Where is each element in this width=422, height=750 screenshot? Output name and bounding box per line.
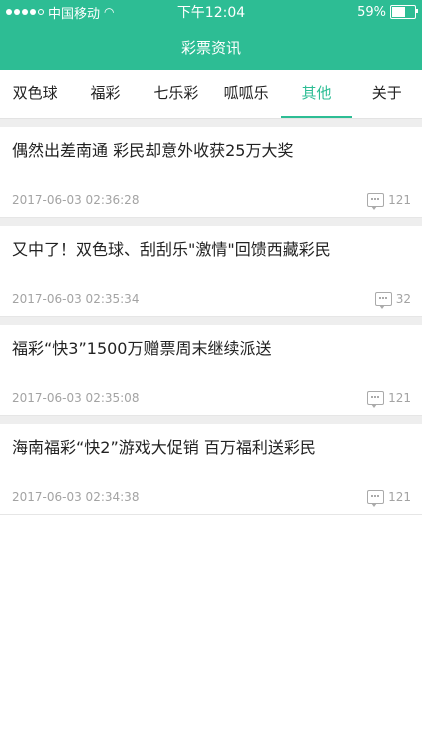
divider — [0, 218, 422, 226]
comment-icon — [367, 391, 385, 408]
list-item[interactable]: 又中了！双色球、刮刮乐"激情"回馈西藏彩民 2017-06-03 02:35:3… — [0, 226, 422, 317]
article-time: 2017-06-03 02:35:34 — [12, 292, 140, 306]
comment-count-label: 121 — [388, 193, 411, 207]
divider — [0, 416, 422, 424]
list-item[interactable]: 福彩“快3”1500万赠票周末继续派送 2017-06-03 02:35:08 … — [0, 325, 422, 416]
comment-count: 121 — [367, 193, 411, 210]
tab-about[interactable]: 关于 — [352, 70, 422, 118]
article-time: 2017-06-03 02:36:28 — [12, 193, 140, 207]
app-header: 中国移动 ◠ 下午12:04 59% 彩票资讯 — [0, 0, 422, 70]
page-title: 彩票资讯 — [180, 38, 241, 57]
article-time: 2017-06-03 02:35:08 — [12, 391, 140, 405]
battery-percent: 59% — [357, 4, 386, 20]
comment-count-label: 121 — [388, 490, 411, 504]
article-title: 偶然出差南通 彩民却意外收获25万大奖 — [12, 141, 294, 160]
comment-icon — [367, 490, 385, 507]
article-title: 又中了！双色球、刮刮乐"激情"回馈西藏彩民 — [12, 240, 331, 259]
status-right: 59% — [357, 4, 418, 20]
battery-fill — [392, 7, 405, 17]
status-bar: 中国移动 ◠ 下午12:04 59% — [0, 0, 422, 24]
tab-shuangseqiu[interactable]: 双色球 — [0, 70, 70, 118]
article-title: 福彩“快3”1500万赠票周末继续派送 — [12, 339, 272, 358]
comment-count-label: 121 — [388, 391, 411, 405]
battery-icon — [390, 5, 418, 19]
carrier-label: 中国移动 — [48, 6, 101, 22]
article-title: 海南福彩“快2”游戏大促销 百万福利送彩民 — [12, 438, 316, 457]
list-item[interactable]: 海南福彩“快2”游戏大促销 百万福利送彩民 2017-06-03 02:34:3… — [0, 424, 422, 515]
comment-count: 121 — [367, 490, 411, 507]
comment-icon — [367, 193, 385, 210]
page-title-bar: 彩票资讯 — [0, 24, 422, 70]
comment-count-label: 32 — [395, 292, 411, 306]
article-time: 2017-06-03 02:34:38 — [12, 490, 140, 504]
comment-count: 121 — [367, 391, 411, 408]
signal-icon — [6, 9, 44, 15]
divider — [0, 119, 422, 127]
tab-guaguale[interactable]: 呱呱乐 — [211, 70, 281, 118]
list-item[interactable]: 偶然出差南通 彩民却意外收获25万大奖 2017-06-03 02:36:28 … — [0, 127, 422, 218]
status-left: 中国移动 ◠ — [6, 3, 115, 22]
tab-qilecai[interactable]: 七乐彩 — [141, 70, 211, 118]
comment-icon — [374, 292, 392, 309]
category-tabs: 双色球 福彩 七乐彩 呱呱乐 其他 关于 — [0, 70, 422, 119]
tab-other[interactable]: 其他 — [281, 70, 352, 118]
wifi-icon: ◠ — [104, 5, 115, 19]
tab-fucai[interactable]: 福彩 — [70, 70, 140, 118]
divider — [0, 317, 422, 325]
comment-count: 32 — [374, 292, 411, 309]
